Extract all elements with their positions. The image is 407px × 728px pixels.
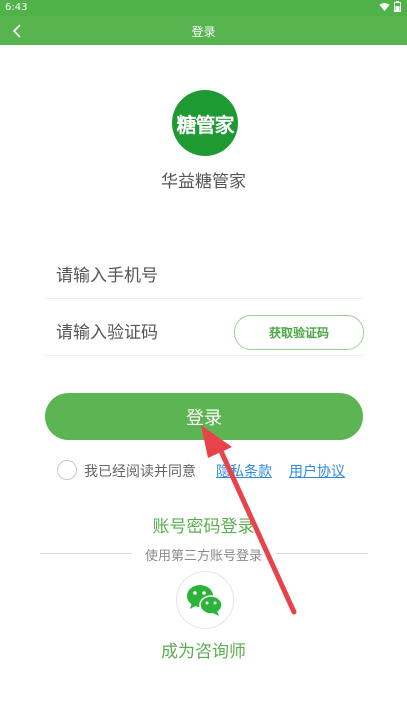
password-login-label: 账号密码登录 <box>152 517 255 537</box>
wechat-icon <box>187 585 223 616</box>
phone-input[interactable] <box>54 260 228 292</box>
status-time: 6:43 <box>5 2 28 13</box>
phone-field-row <box>44 252 364 299</box>
status-bar: 6:43 <box>0 0 407 16</box>
agreement-text: 我已经阅读并同意 <box>84 464 196 480</box>
verification-code-input[interactable] <box>54 317 228 349</box>
agreement-checkbox[interactable] <box>57 460 77 480</box>
code-field-row: 获取验证码 <box>44 309 364 356</box>
get-code-button[interactable]: 获取验证码 <box>234 315 364 350</box>
app-bar: 登录 <box>0 16 407 45</box>
become-consultant-link[interactable]: 成为咨询师 <box>0 637 407 662</box>
login-button[interactable]: 登录 <box>45 393 363 440</box>
app-logo: 糖管家 <box>172 90 238 156</box>
status-icons <box>379 1 401 12</box>
logo-text: 糖管家 <box>176 112 235 137</box>
password-login-link[interactable]: 账号密码登录 <box>0 512 407 537</box>
become-consultant-label: 成为咨询师 <box>161 642 246 662</box>
page-title: 登录 <box>191 25 216 39</box>
battery-icon <box>394 1 401 12</box>
app-name: 华益糖管家 <box>161 172 246 192</box>
privacy-policy-link[interactable]: 隐私条款 <box>216 461 272 481</box>
third-party-login-label: 使用第三方账号登录 <box>144 549 262 564</box>
wechat-login-button[interactable] <box>176 571 234 629</box>
wifi-icon <box>379 2 390 11</box>
user-agreement-link[interactable]: 用户协议 <box>289 461 345 481</box>
